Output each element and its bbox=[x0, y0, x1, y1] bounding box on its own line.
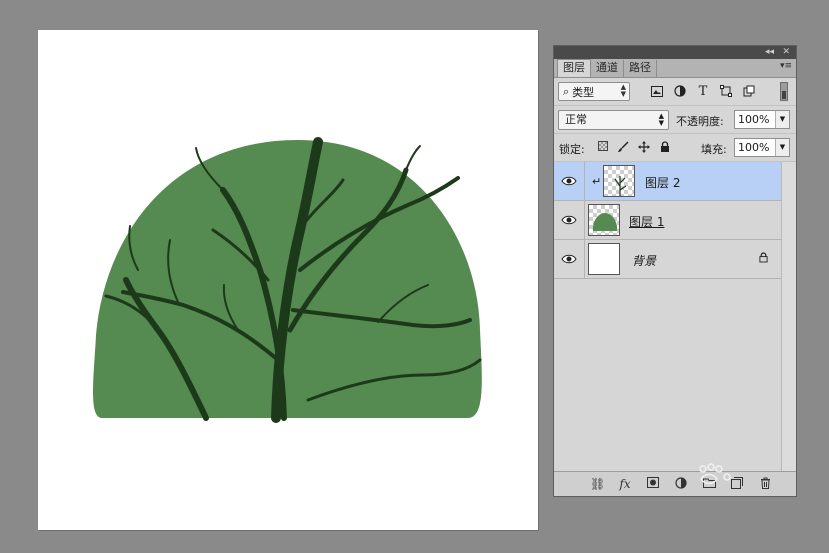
layer-row-1[interactable]: 图层 1 bbox=[554, 201, 782, 240]
filter-row: ⌕ 类型 ▲ ▼ T bbox=[554, 78, 796, 106]
eye-icon[interactable] bbox=[561, 214, 577, 226]
opacity-input[interactable]: 100% ▼ bbox=[734, 110, 790, 129]
add-mask-icon[interactable] bbox=[646, 477, 660, 492]
trash-icon[interactable] bbox=[758, 477, 772, 492]
lock-icon bbox=[759, 252, 768, 266]
panel-footer: ⛓ fx bbox=[554, 471, 796, 496]
fill-value: 100% bbox=[738, 141, 770, 154]
filter-icons: T bbox=[650, 84, 756, 99]
layer-row-background[interactable]: 背景 bbox=[554, 240, 782, 279]
eye-icon[interactable] bbox=[561, 253, 577, 265]
layers-list: ↵ 图层 2 图层 1 背景 bbox=[554, 162, 782, 279]
shape-filter-icon[interactable] bbox=[719, 84, 733, 98]
fx-icon[interactable]: fx bbox=[618, 477, 632, 492]
collapse-panel-icon[interactable]: ◂◂ bbox=[765, 46, 774, 59]
fill-dropdown-icon[interactable]: ▼ bbox=[775, 139, 789, 156]
layer-name[interactable]: 图层 2 bbox=[645, 174, 680, 191]
layer-name[interactable]: 背景 bbox=[632, 252, 656, 269]
blend-mode-select[interactable]: 正常 ▲ ▼ bbox=[558, 110, 669, 130]
lock-all-icon[interactable] bbox=[659, 141, 671, 153]
fill-label: 填充: bbox=[701, 143, 727, 156]
panel-tabs: 图层 通道 路径 ▾≡ bbox=[554, 59, 796, 78]
visibility-column-divider bbox=[584, 201, 585, 240]
blend-row: 正常 ▲ ▼ 不透明度: 100% ▼ bbox=[554, 106, 796, 134]
tab-channels[interactable]: 通道 bbox=[591, 60, 624, 77]
lock-label: 锁定: bbox=[559, 143, 585, 156]
tab-layers[interactable]: 图层 bbox=[557, 59, 591, 77]
eye-icon[interactable] bbox=[561, 175, 577, 187]
smart-object-filter-icon[interactable] bbox=[742, 84, 756, 98]
footer-icons: ⛓ fx bbox=[590, 477, 772, 492]
watermark-logo-icon bbox=[699, 463, 731, 485]
type-filter-icon[interactable]: T bbox=[696, 84, 710, 99]
lock-image-pixels-icon[interactable] bbox=[617, 141, 629, 153]
adjustment-filter-icon[interactable] bbox=[673, 84, 687, 98]
layers-scrollbar[interactable] bbox=[781, 162, 796, 472]
link-layers-icon[interactable]: ⛓ bbox=[590, 477, 605, 492]
filter-toggle-switch[interactable] bbox=[780, 82, 788, 101]
bush-artwork bbox=[93, 137, 482, 423]
layer-name[interactable]: 图层 1 bbox=[629, 213, 664, 230]
layer-thumbnail[interactable] bbox=[588, 204, 620, 236]
visibility-column-divider bbox=[584, 240, 585, 279]
panel-title-bar[interactable]: ◂◂ ✕ bbox=[554, 46, 796, 59]
clipping-mask-arrow-icon: ↵ bbox=[592, 175, 602, 188]
opacity-value: 100% bbox=[738, 113, 770, 126]
opacity-label: 不透明度: bbox=[676, 115, 724, 128]
layers-panel: ◂◂ ✕ 图层 通道 路径 ▾≡ ⌕ 类型 ▲ ▼ T 正常 ▲ ▼ 不透明度:… bbox=[553, 45, 797, 497]
lock-row: 锁定: 填充: 100% ▼ bbox=[554, 134, 796, 162]
blend-mode-value: 正常 bbox=[565, 113, 587, 126]
tab-paths[interactable]: 路径 bbox=[624, 60, 657, 77]
filter-kind-select[interactable]: ⌕ 类型 ▲ ▼ bbox=[558, 82, 630, 101]
adjustment-layer-icon[interactable] bbox=[674, 477, 688, 492]
close-panel-icon[interactable]: ✕ bbox=[782, 46, 790, 59]
visibility-column-divider bbox=[584, 162, 585, 201]
layer-thumbnail[interactable] bbox=[603, 165, 635, 197]
select-arrows-icon: ▲ ▼ bbox=[658, 112, 664, 127]
fill-input[interactable]: 100% ▼ bbox=[734, 138, 790, 157]
image-filter-icon[interactable] bbox=[650, 84, 664, 98]
document-canvas[interactable] bbox=[38, 30, 538, 530]
layer-thumbnail[interactable] bbox=[588, 243, 620, 275]
opacity-dropdown-icon[interactable]: ▼ bbox=[775, 111, 789, 128]
lock-transparent-pixels-icon[interactable] bbox=[598, 141, 608, 151]
lock-position-icon[interactable] bbox=[638, 141, 650, 153]
select-arrows-icon: ▲ ▼ bbox=[620, 83, 626, 98]
search-icon: ⌕ bbox=[563, 84, 570, 98]
layer-row-2[interactable]: ↵ 图层 2 bbox=[554, 162, 782, 201]
panel-menu-icon[interactable]: ▾≡ bbox=[780, 61, 792, 71]
filter-kind-label: 类型 bbox=[572, 85, 595, 99]
lock-icons bbox=[598, 141, 671, 153]
